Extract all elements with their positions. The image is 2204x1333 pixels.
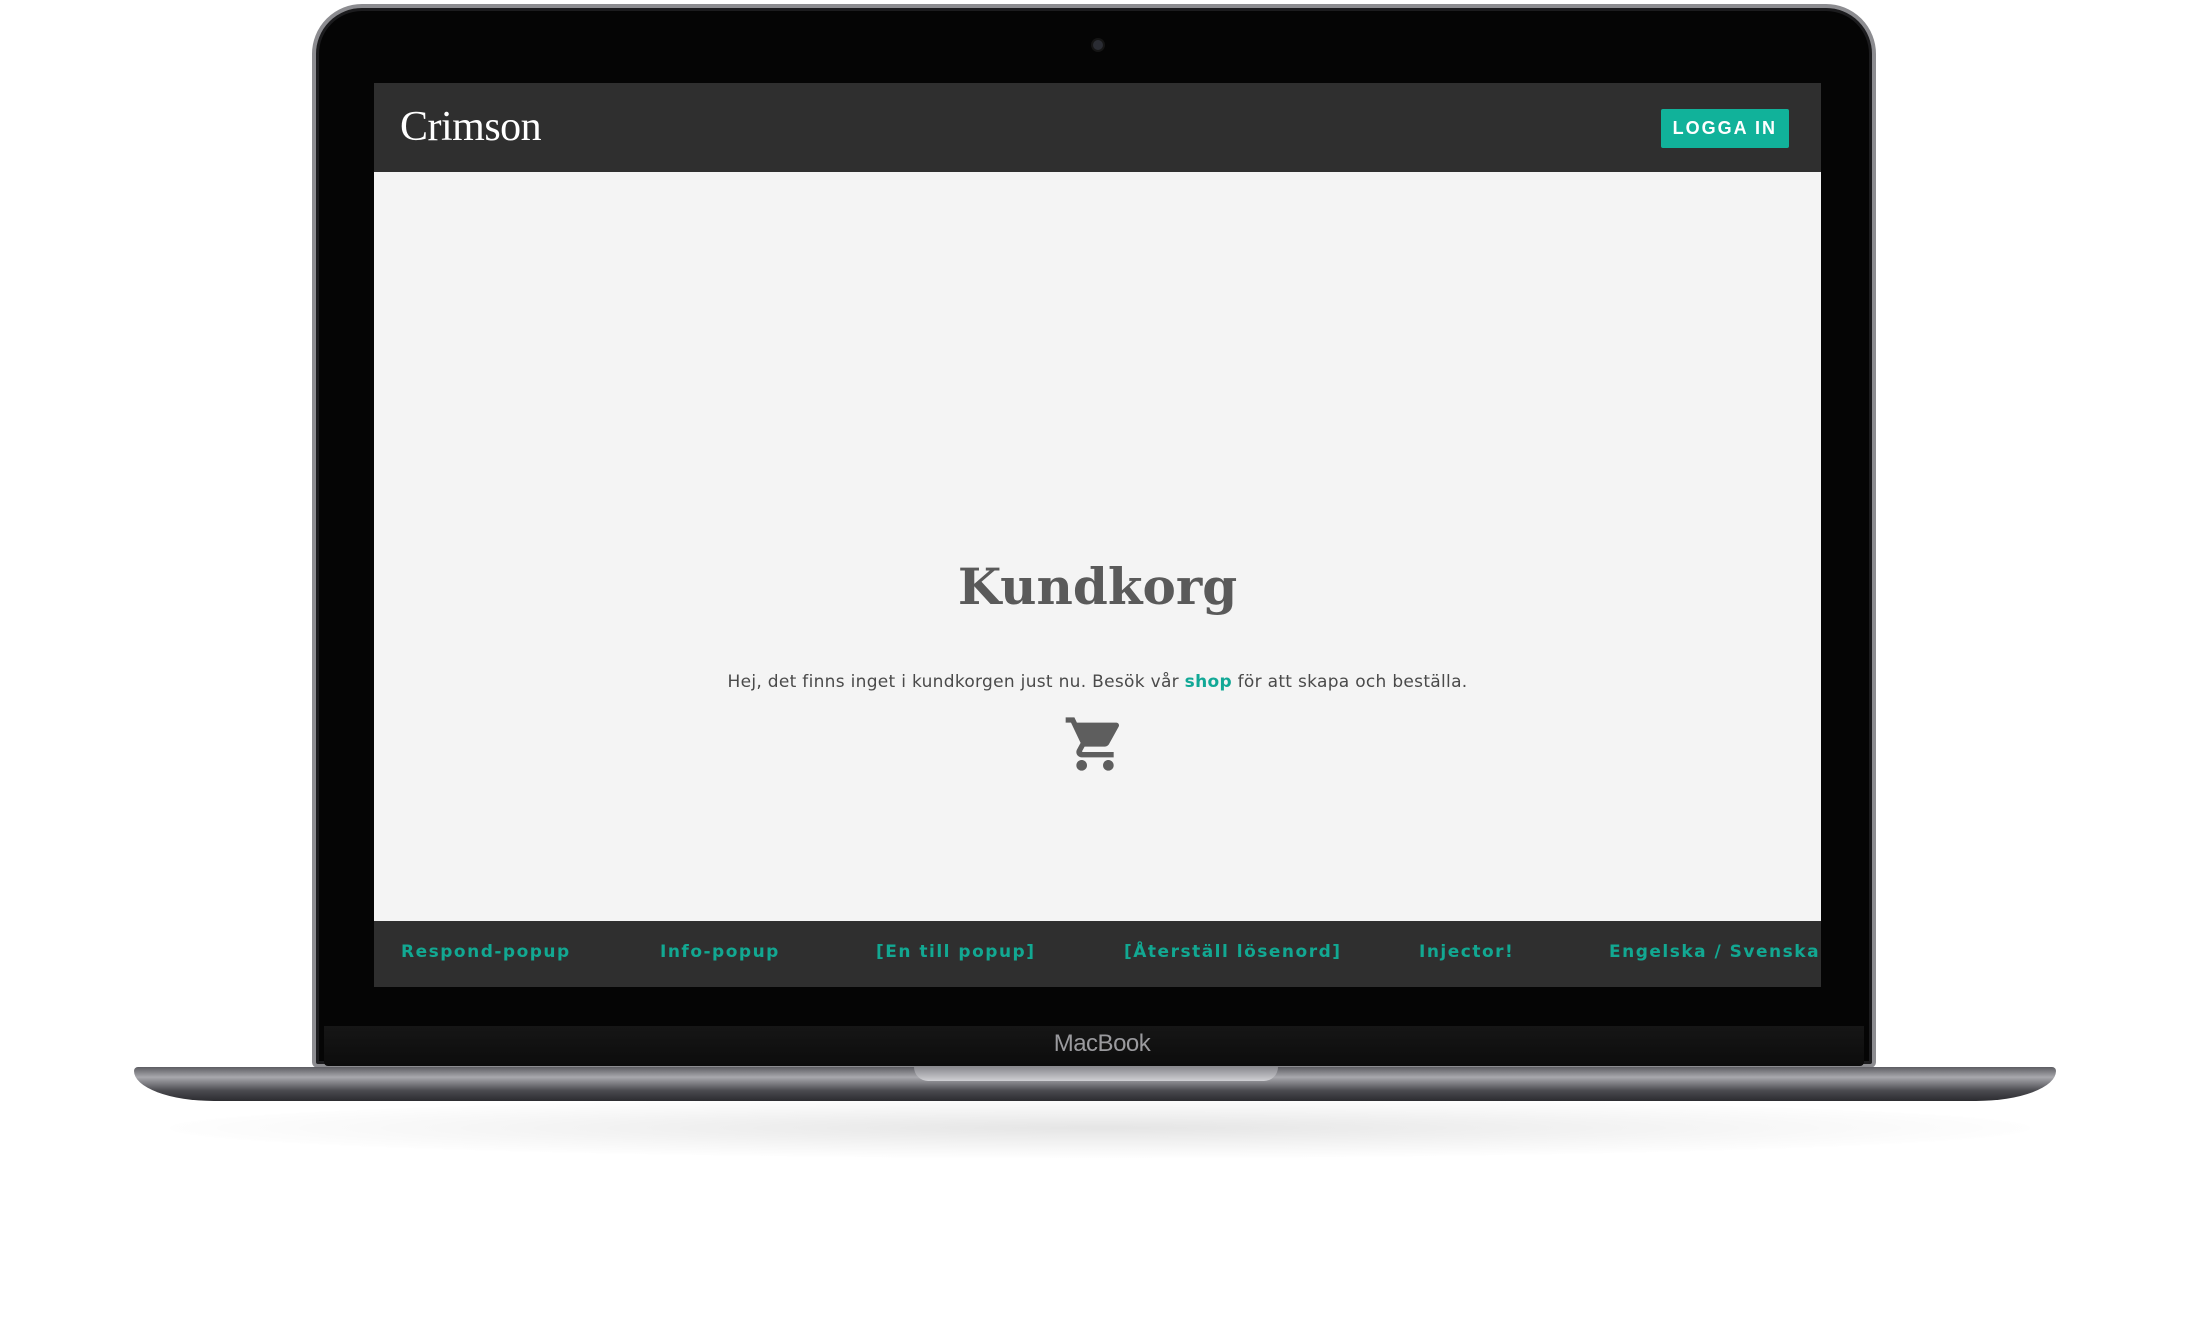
logo[interactable]: Crimson: [400, 103, 542, 151]
site-footer: Respond-popup Info-popup [En till popup]…: [374, 921, 1821, 987]
shopping-cart-icon: [1065, 717, 1120, 771]
device-brand-label: MacBook: [1053, 1030, 1151, 1057]
footer-link-language[interactable]: Engelska / Svenska: [1609, 942, 1820, 962]
page-title: Kundkorg: [957, 557, 1238, 616]
footer-link-another-popup[interactable]: [En till popup]: [876, 942, 1036, 962]
message-text-start: Hej, det finns inget i kundkorgen just n…: [727, 672, 1185, 692]
footer-link-info-popup[interactable]: Info-popup: [660, 942, 780, 962]
shop-link[interactable]: shop: [1185, 672, 1232, 692]
cart-content: Kundkorg Hej, det finns inget i kundkorg…: [374, 172, 1821, 921]
message-text-end: för att skapa och beställa.: [1231, 672, 1468, 692]
device-mockup: Crimson LOGGA IN Kundkorg Hej, det finns…: [0, 0, 2204, 1333]
browser-screen: Crimson LOGGA IN Kundkorg Hej, det finns…: [374, 83, 1821, 987]
site-header: Crimson LOGGA IN: [374, 83, 1821, 172]
footer-link-reset-password[interactable]: [Återställ lösenord]: [1124, 942, 1342, 962]
camera-icon: [1093, 40, 1103, 50]
login-button[interactable]: LOGGA IN: [1660, 109, 1789, 148]
laptop-hinge-notch: [914, 1067, 1278, 1081]
footer-link-injector[interactable]: Injector!: [1419, 942, 1514, 962]
empty-cart-message: Hej, det finns inget i kundkorgen just n…: [374, 672, 1821, 692]
laptop-shadow: [170, 1098, 2030, 1158]
footer-link-respond-popup[interactable]: Respond-popup: [401, 942, 571, 962]
